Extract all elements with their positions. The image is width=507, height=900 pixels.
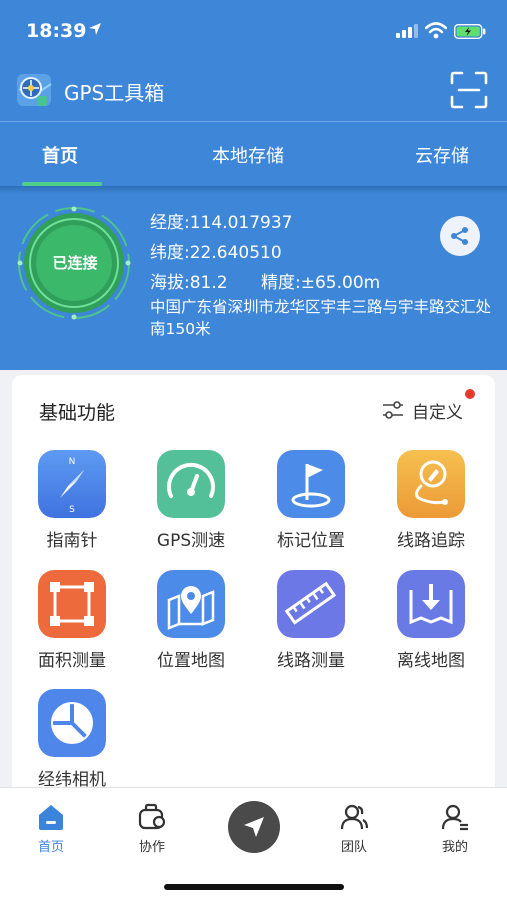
- route-pen-icon: [397, 450, 465, 518]
- app-header: GPS工具箱: [0, 62, 507, 120]
- svg-text:N: N: [69, 457, 76, 467]
- customize-label: 自定义: [412, 402, 463, 423]
- offline-map-icon: [397, 570, 465, 638]
- nav-profile[interactable]: 我的: [425, 802, 485, 855]
- nav-collab[interactable]: 协作: [122, 802, 182, 855]
- profile-icon: [441, 804, 468, 831]
- tab-bar-shadow: [0, 186, 507, 194]
- nav-label: 协作: [138, 840, 165, 855]
- connection-status: 已连接: [52, 254, 98, 272]
- latitude-value: 纬度:22.640510: [150, 243, 282, 263]
- nav-home[interactable]: 首页: [21, 802, 81, 855]
- tab-bar: 首页 本地存储 云存储: [0, 122, 507, 186]
- location-arrow-icon: [89, 23, 101, 35]
- flag-icon: [277, 450, 345, 518]
- basic-functions-card: 基础功能 自定义 N S 指南针 GPS测速 标记位置 线路追踪 面积测量 位置…: [12, 375, 495, 795]
- home-icon: [39, 805, 63, 830]
- function-label: 线路追踪: [397, 531, 465, 551]
- share-icon: [451, 227, 468, 245]
- function-label: 指南针: [46, 531, 98, 551]
- battery-icon: [454, 24, 486, 39]
- customize-button[interactable]: 自定义: [382, 397, 463, 423]
- wifi-icon: [425, 22, 447, 39]
- function-mark-location[interactable]: 标记位置: [256, 450, 366, 551]
- nav-label: 我的: [441, 840, 468, 855]
- function-offline-map[interactable]: 离线地图: [376, 570, 486, 671]
- function-label: GPS测速: [156, 531, 226, 551]
- nav-team[interactable]: 团队: [324, 802, 384, 855]
- compass-icon: N S: [38, 450, 106, 518]
- navigate-button[interactable]: [228, 801, 280, 853]
- bottom-navigation: 首页 协作 团队 我的: [0, 787, 507, 900]
- tab-home[interactable]: 首页: [42, 142, 78, 168]
- nav-label: 团队: [340, 840, 367, 855]
- function-label: 线路测量: [277, 651, 345, 671]
- function-compass[interactable]: N S 指南针: [17, 450, 127, 551]
- section-title: 基础功能: [39, 402, 116, 424]
- function-label: 离线地图: [397, 651, 465, 671]
- team-icon: [340, 804, 369, 830]
- svg-text:S: S: [69, 505, 75, 515]
- lens-icon: [38, 689, 106, 757]
- sliders-icon: [383, 401, 403, 419]
- tab-cloud-storage[interactable]: 云存储: [415, 142, 469, 168]
- ruler-icon: [277, 570, 345, 638]
- app-title: GPS工具箱: [64, 81, 165, 105]
- function-gps-speed[interactable]: GPS测速: [136, 450, 246, 551]
- tab-local-storage[interactable]: 本地存储: [212, 142, 284, 168]
- status-bar: 18:39: [0, 0, 507, 62]
- scan-icon[interactable]: [450, 71, 488, 109]
- app-logo-icon: [17, 74, 52, 106]
- collab-icon: [138, 803, 166, 830]
- address-text: 中国广东省深圳市龙华区宇丰三路与宇丰路交汇处南150米: [150, 298, 492, 338]
- function-location-map[interactable]: 位置地图: [136, 570, 246, 671]
- altitude-value: 海拔:81.2: [150, 273, 228, 293]
- map-pin-icon: [157, 570, 225, 638]
- share-button[interactable]: [440, 216, 480, 256]
- function-route-measure[interactable]: 线路测量: [256, 570, 366, 671]
- navigate-icon: [244, 817, 264, 837]
- function-label: 面积测量: [38, 651, 106, 671]
- cellular-signal-icon: [396, 24, 418, 38]
- function-route-tracking[interactable]: 线路追踪: [376, 450, 486, 551]
- longitude-value: 经度:114.017937: [150, 213, 293, 233]
- speedometer-icon: [157, 450, 225, 518]
- function-coordinate-camera[interactable]: 经纬相机: [17, 689, 127, 790]
- function-area-measure[interactable]: 面积测量: [17, 570, 127, 671]
- notification-badge: [465, 389, 475, 399]
- accuracy-value: 精度:±65.00m: [261, 273, 381, 293]
- status-time: 18:39: [26, 20, 87, 42]
- area-measure-icon: [38, 570, 106, 638]
- function-label: 标记位置: [277, 531, 345, 551]
- home-indicator: [164, 884, 344, 890]
- nav-label: 首页: [37, 840, 64, 855]
- function-label: 位置地图: [157, 651, 225, 671]
